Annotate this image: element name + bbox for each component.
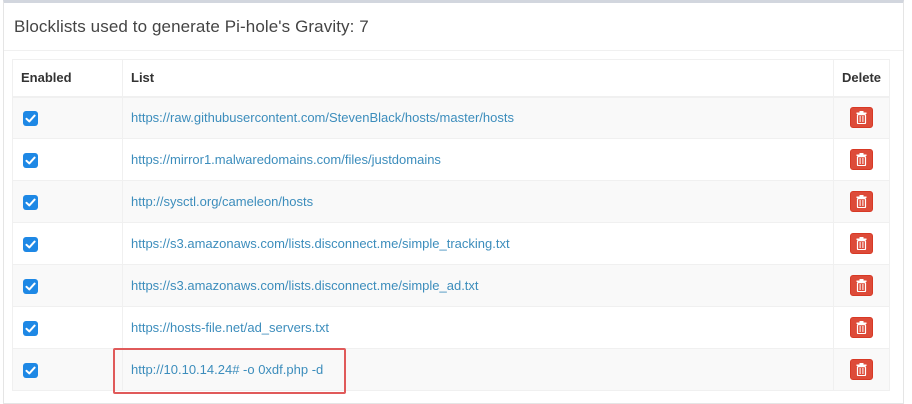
delete-button[interactable] — [850, 359, 873, 380]
table-body: https://raw.githubusercontent.com/Steven… — [12, 96, 890, 391]
enabled-checkbox[interactable] — [23, 320, 38, 336]
checkmark-icon — [25, 282, 36, 290]
cell-list: https://s3.amazonaws.com/lists.disconnec… — [122, 264, 834, 307]
checkmark-icon — [25, 324, 36, 332]
cell-enabled — [12, 264, 123, 307]
checkmark-icon — [25, 198, 36, 206]
enabled-checkbox[interactable] — [23, 236, 38, 252]
cell-delete — [833, 348, 890, 391]
column-header-enabled[interactable]: Enabled — [12, 59, 123, 98]
table-row: http://sysctl.org/cameleon/hosts — [12, 180, 890, 223]
cell-delete — [833, 138, 890, 181]
cell-enabled — [12, 348, 123, 391]
table-row: https://s3.amazonaws.com/lists.disconnec… — [12, 222, 890, 265]
column-header-list[interactable]: List — [122, 59, 834, 98]
table-row: https://mirror1.malwaredomains.com/files… — [12, 138, 890, 181]
trash-icon — [856, 111, 867, 125]
box-header: Blocklists used to generate Pi-hole's Gr… — [4, 3, 903, 51]
delete-button[interactable] — [850, 191, 873, 212]
trash-icon — [856, 153, 867, 166]
cell-list: http://sysctl.org/cameleon/hosts — [122, 180, 834, 223]
enabled-checkbox[interactable] — [23, 152, 38, 168]
table-row: https://hosts-file.net/ad_servers.txt — [12, 306, 890, 349]
cell-list: https://raw.githubusercontent.com/Steven… — [122, 96, 834, 139]
table-row: https://s3.amazonaws.com/lists.disconnec… — [12, 264, 890, 307]
checkmark-icon — [25, 114, 36, 123]
cell-enabled — [12, 96, 123, 139]
delete-button[interactable] — [850, 317, 873, 338]
checkmark-icon — [25, 366, 36, 374]
trash-icon — [856, 279, 867, 292]
cell-list: https://mirror1.malwaredomains.com/files… — [122, 138, 834, 181]
delete-button[interactable] — [850, 107, 873, 129]
column-header-delete[interactable]: Delete — [833, 59, 890, 98]
list-url-link[interactable]: https://raw.githubusercontent.com/Steven… — [131, 110, 514, 125]
enabled-checkbox[interactable] — [23, 194, 38, 210]
delete-button[interactable] — [850, 149, 873, 170]
checkmark-icon — [25, 156, 36, 164]
blocklists-table: Enabled List Delete https://raw.githubus… — [12, 59, 890, 391]
trash-icon — [856, 195, 867, 208]
list-url-link[interactable]: https://s3.amazonaws.com/lists.disconnec… — [131, 278, 479, 293]
blocklists-table-wrapper: Enabled List Delete https://raw.githubus… — [12, 59, 890, 391]
cell-list: https://hosts-file.net/ad_servers.txt — [122, 306, 834, 349]
list-url-link[interactable]: https://s3.amazonaws.com/lists.disconnec… — [131, 236, 510, 251]
trash-icon — [856, 237, 867, 250]
cell-enabled — [12, 180, 123, 223]
cell-enabled — [12, 138, 123, 181]
list-url-link[interactable]: http://sysctl.org/cameleon/hosts — [131, 194, 313, 209]
cell-delete — [833, 222, 890, 265]
list-url-link[interactable]: https://hosts-file.net/ad_servers.txt — [131, 320, 329, 335]
box-title: Blocklists used to generate Pi-hole's Gr… — [14, 16, 369, 36]
cell-list: http://10.10.14.24# -o 0xdf.php -d — [122, 348, 834, 391]
cell-delete — [833, 306, 890, 349]
delete-button[interactable] — [850, 275, 873, 296]
enabled-checkbox[interactable] — [23, 278, 38, 294]
enabled-checkbox[interactable] — [23, 362, 38, 378]
cell-enabled — [12, 222, 123, 265]
list-url-link[interactable]: https://mirror1.malwaredomains.com/files… — [131, 152, 441, 167]
table-row: https://raw.githubusercontent.com/Steven… — [12, 96, 890, 139]
cell-list: https://s3.amazonaws.com/lists.disconnec… — [122, 222, 834, 265]
delete-button[interactable] — [850, 233, 873, 254]
list-url-link[interactable]: http://10.10.14.24# -o 0xdf.php -d — [131, 362, 323, 377]
table-row: http://10.10.14.24# -o 0xdf.php -d — [12, 348, 890, 391]
cell-delete — [833, 96, 890, 139]
enabled-checkbox[interactable] — [23, 110, 38, 126]
cell-delete — [833, 264, 890, 307]
cell-enabled — [12, 306, 123, 349]
checkmark-icon — [25, 240, 36, 248]
trash-icon — [856, 321, 867, 334]
trash-icon — [856, 363, 867, 376]
table-header-row: Enabled List Delete — [12, 59, 890, 98]
cell-delete — [833, 180, 890, 223]
